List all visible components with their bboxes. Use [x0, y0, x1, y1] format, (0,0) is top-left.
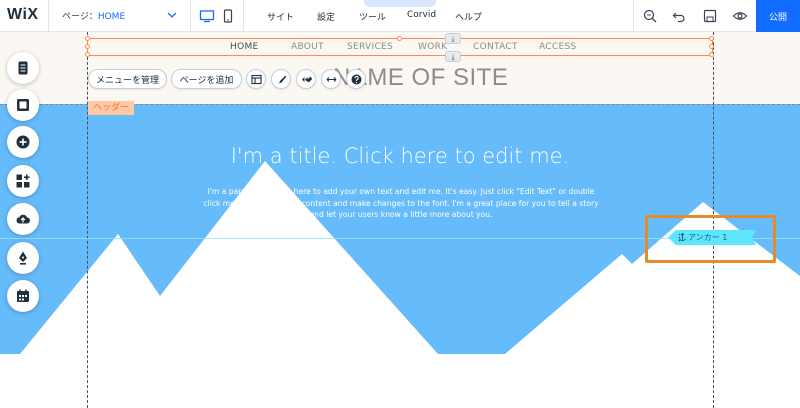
resize-handle[interactable] [85, 44, 90, 49]
background-icon[interactable] [7, 89, 39, 121]
site-nav-contact[interactable]: CONTACT [473, 42, 518, 52]
blog-pen-icon[interactable] [7, 242, 39, 274]
add-icon[interactable] [7, 126, 39, 158]
site-nav-services[interactable]: SERVICES [347, 42, 393, 52]
chevron-up-icon: ⌃ [396, 0, 403, 6]
editor-top-bar: WiX ページ：HOME サイト 設定 ツール Corvid ヘルプ ⌃ 公開 [0, 0, 800, 32]
resize-handle[interactable] [85, 52, 90, 57]
site-menu-selection[interactable] [85, 36, 714, 57]
help-icon[interactable] [346, 69, 366, 89]
layout-icon[interactable] [246, 69, 266, 89]
divider [243, 0, 244, 32]
page-selector-value: HOME [97, 12, 126, 22]
wix-logo[interactable]: WiX [7, 6, 39, 24]
publish-button[interactable]: 公開 [756, 0, 800, 32]
preview-icon[interactable] [732, 8, 748, 24]
editor-canvas: HOME ABOUT SERVICES WORK CONTACT ACCESS … [0, 32, 800, 408]
site-nav-work[interactable]: WORK [418, 42, 447, 52]
header-label[interactable]: ヘッダー [88, 101, 135, 115]
toolbar-collapse-handle[interactable]: ⌃ [364, 0, 436, 7]
resize-handle[interactable] [709, 44, 714, 49]
page-selector-prefix: ページ： [62, 12, 98, 22]
stretch-icon[interactable] [321, 69, 341, 89]
hero-paragraph[interactable]: I'm a paragraph. Click here to add your … [198, 186, 604, 221]
animation-icon[interactable] [296, 69, 316, 89]
resize-handle[interactable] [397, 36, 402, 41]
undo-icon[interactable] [671, 8, 687, 24]
site-nav-about[interactable]: ABOUT [291, 42, 324, 52]
save-icon[interactable] [702, 8, 718, 24]
divider [633, 0, 634, 32]
hero-title[interactable]: I'm a title. Click here to edit me. [0, 144, 800, 168]
divider [48, 0, 49, 32]
resize-handle[interactable] [709, 52, 714, 57]
menu-help[interactable]: ヘルプ [455, 10, 482, 23]
divider [190, 0, 191, 32]
stretch-up-icon[interactable]: ⤓ [445, 33, 461, 44]
design-brush-icon[interactable] [271, 69, 291, 89]
desktop-icon[interactable] [199, 8, 215, 24]
manage-menu-button[interactable]: メニューを管理 [88, 69, 167, 89]
wix-editor: WiX ページ：HOME サイト 設定 ツール Corvid ヘルプ ⌃ 公開 [0, 0, 800, 408]
add-page-button[interactable]: ページを追加 [171, 69, 242, 89]
menu-tools[interactable]: ツール [359, 10, 386, 23]
menu-settings[interactable]: 設定 [317, 10, 335, 23]
resize-handle[interactable] [709, 36, 714, 41]
bookings-icon[interactable] [7, 280, 39, 312]
app-market-icon[interactable] [7, 165, 39, 197]
menu-site[interactable]: サイト [267, 10, 294, 23]
menu-corvid[interactable]: Corvid [407, 10, 436, 20]
chevron-down-icon[interactable] [166, 9, 178, 21]
media-upload-icon[interactable] [7, 203, 39, 235]
resize-handle[interactable] [85, 36, 90, 41]
page-selector[interactable]: ページ：HOME [62, 9, 125, 22]
site-nav-access[interactable]: ACCESS [539, 42, 576, 52]
anchor-highlight-box [645, 215, 776, 263]
menus-pages-icon[interactable] [7, 52, 39, 84]
mobile-icon[interactable] [220, 8, 236, 24]
stretch-down-icon[interactable]: ⤓ [445, 51, 461, 62]
site-nav-home[interactable]: HOME [230, 42, 259, 52]
zoom-icon[interactable] [642, 8, 658, 24]
left-gridline [87, 32, 88, 408]
